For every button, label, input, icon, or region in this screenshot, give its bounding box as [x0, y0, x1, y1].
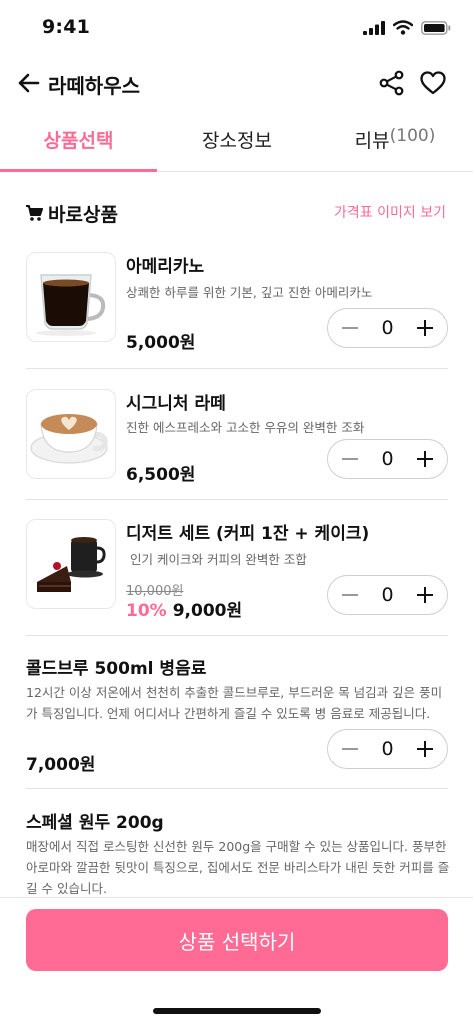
decrease-button[interactable]: [342, 327, 358, 329]
tab-label: 장소정보: [202, 130, 272, 152]
quantity-stepper: 0: [327, 729, 448, 769]
battery-icon: [421, 20, 451, 35]
product-description: 상쾌한 하루를 위한 기본, 깊고 진한 아메리카노: [126, 285, 373, 300]
select-products-button[interactable]: 상품 선택하기: [26, 909, 448, 971]
product-price-group: 10% 9,000원: [126, 596, 242, 621]
increase-button[interactable]: [417, 451, 433, 467]
quantity-value: 0: [381, 448, 394, 470]
product-description: 인기 케이크와 커피의 완벽한 조합: [130, 552, 307, 567]
heart-icon: [420, 71, 446, 95]
section-header: 바로상품 가격표 이미지 보기: [0, 196, 473, 230]
cart-icon: [26, 205, 43, 221]
signal-icon: [363, 20, 385, 35]
status-icons: [363, 20, 451, 35]
status-bar: 9:41: [0, 0, 473, 56]
product-price: 6,500원: [126, 465, 196, 485]
review-count: (100): [389, 126, 436, 146]
price-list-image-link[interactable]: 가격표 이미지 보기: [334, 202, 446, 222]
product-name: 디저트 세트 (커피 1잔 + 케이크): [126, 524, 370, 544]
divider: [26, 788, 448, 789]
home-indicator: [153, 1008, 321, 1014]
product-name: 스페셜 원두 200g: [26, 813, 164, 833]
product-name: 시그니처 라떼: [126, 394, 226, 414]
decrease-button[interactable]: [342, 594, 358, 596]
product-item: 디저트 세트 (커피 1잔 + 케이크) 인기 케이크와 커피의 완벽한 조합 …: [0, 519, 473, 635]
product-item: 시그니처 라떼 진한 에스프레소와 고소한 우유의 완벽한 조화 6,500원 …: [0, 389, 473, 499]
product-name: 아메리카노: [126, 257, 205, 277]
latte-image: [30, 414, 108, 464]
increase-button[interactable]: [417, 320, 433, 336]
dessert-set-image: [37, 537, 106, 592]
quantity-value: 0: [381, 584, 394, 606]
product-description: 매장에서 직접 로스팅한 신선한 원두 200g을 구매할 수 있는 상품입니다…: [26, 839, 450, 896]
divider: [26, 499, 448, 500]
quantity-stepper: 0: [327, 308, 448, 348]
product-item: 스페셜 원두 200g 매장에서 직접 로스팅한 신선한 원두 200g을 구매…: [0, 808, 473, 897]
product-price: 9,000원: [172, 601, 243, 621]
tab-product-select[interactable]: 상품선택: [0, 116, 157, 172]
americano-image: [36, 274, 106, 336]
product-thumbnail-dessert-set: [26, 519, 116, 609]
decrease-button[interactable]: [342, 748, 358, 750]
product-price: 7,000원: [26, 755, 96, 775]
back-button[interactable]: [16, 70, 42, 96]
product-item: 콜드브루 500ml 병음료 12시간 이상 저온에서 천천히 추출한 콜드브루…: [0, 654, 473, 784]
tab-label: 상품선택: [43, 130, 114, 152]
arrow-left-icon: [18, 73, 40, 93]
tab-bar: 상품선택 장소정보 리뷰 (100): [0, 116, 473, 172]
quantity-stepper: 0: [327, 439, 448, 479]
tab-place-info[interactable]: 장소정보: [157, 116, 317, 172]
section-title: 바로상품: [48, 204, 118, 226]
tab-label: 리뷰: [354, 130, 390, 152]
status-time: 9:41: [42, 16, 91, 38]
divider: [26, 635, 448, 636]
product-thumbnail-latte: [26, 389, 116, 479]
product-name: 콜드브루 500ml 병음료: [26, 659, 207, 679]
bottom-action-bar: 상품 선택하기: [0, 897, 473, 1024]
app-header: 라떼하우스: [0, 60, 473, 108]
share-button[interactable]: [377, 68, 407, 98]
product-item: 아메리카노 상쾌한 하루를 위한 기본, 깊고 진한 아메리카노 5,000원 …: [0, 252, 473, 368]
quantity-value: 0: [381, 317, 394, 339]
favorite-button[interactable]: [418, 68, 448, 98]
product-description: 진한 에스프레소와 고소한 우유의 완벽한 조화: [126, 420, 365, 435]
wifi-icon: [393, 20, 413, 35]
share-icon: [379, 70, 404, 96]
discount-rate: 10%: [126, 601, 167, 621]
product-price: 5,000원: [126, 333, 196, 353]
increase-button[interactable]: [417, 587, 433, 603]
divider: [26, 368, 448, 369]
decrease-button[interactable]: [342, 458, 358, 460]
quantity-stepper: 0: [327, 575, 448, 615]
tab-reviews[interactable]: 리뷰 (100): [317, 116, 473, 172]
increase-button[interactable]: [417, 741, 433, 757]
product-thumbnail-americano: [26, 252, 116, 342]
page-title: 라떼하우스: [48, 74, 140, 98]
product-description: 12시간 이상 저온에서 천천히 추출한 콜드브루로, 부드러운 목 넘김과 깊…: [26, 685, 443, 721]
quantity-value: 0: [381, 738, 394, 760]
active-tab-indicator: [0, 169, 157, 172]
